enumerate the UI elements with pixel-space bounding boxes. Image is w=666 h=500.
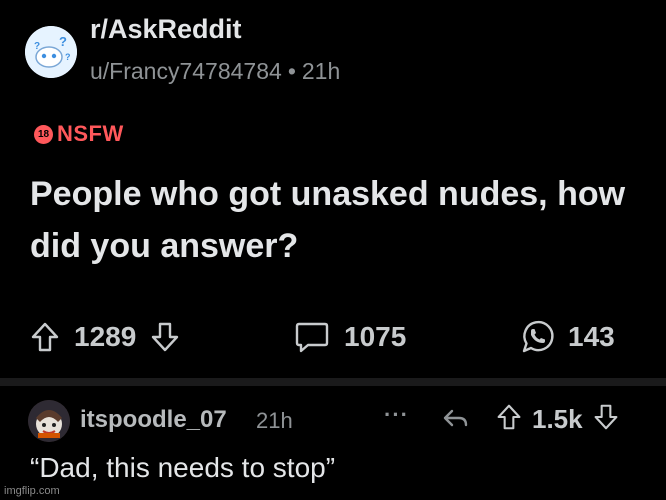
share-whatsapp-button[interactable]: 143: [518, 314, 615, 360]
more-icon: ···: [384, 402, 409, 427]
comment-downvote-icon[interactable]: [593, 402, 619, 437]
comment-upvote-icon[interactable]: [496, 402, 522, 437]
svg-text:?: ?: [65, 52, 71, 62]
post-author[interactable]: u/Francy74784784: [90, 58, 282, 84]
comment-icon: [294, 320, 330, 354]
commenter-avatar[interactable]: [28, 400, 70, 442]
subreddit-avatar-icon[interactable]: ? ? ?: [25, 26, 77, 78]
nsfw-label: NSFW: [57, 121, 124, 146]
post-time: 21h: [301, 58, 341, 84]
post-meta: u/Francy74784784 • 21h: [90, 58, 340, 85]
whatsapp-icon: [518, 318, 556, 356]
comment-vote-controls: 1.5k: [496, 402, 619, 437]
comment-body: “Dad, this needs to stop”: [30, 452, 336, 483]
svg-text:?: ?: [34, 41, 40, 52]
meta-separator: •: [287, 58, 296, 84]
comment-time: 21h: [256, 408, 293, 433]
reply-button[interactable]: [440, 402, 470, 441]
comment-count: 1075: [344, 321, 407, 352]
watermark: imgflip.com: [4, 485, 60, 497]
comments-button[interactable]: 1075: [294, 314, 406, 360]
svg-text:?: ?: [59, 34, 67, 49]
upvote-icon[interactable]: [30, 321, 60, 353]
comment-username[interactable]: itspoodle_07: [80, 406, 227, 434]
nsfw-tag: 18 NSFW: [34, 121, 124, 147]
vote-controls: 1289: [30, 314, 180, 360]
comment-more-button[interactable]: ···: [384, 402, 409, 428]
subreddit-name[interactable]: r/AskReddit: [90, 14, 242, 45]
upvote-count: 1289: [74, 321, 137, 352]
reply-icon: [440, 402, 470, 441]
section-divider: [0, 378, 666, 386]
share-count: 143: [568, 321, 615, 352]
downvote-icon[interactable]: [150, 321, 180, 353]
comment-score: 1.5k: [532, 404, 583, 434]
nsfw-badge-icon: 18: [34, 124, 53, 144]
post-title[interactable]: People who got unasked nudes, how did yo…: [30, 168, 640, 272]
